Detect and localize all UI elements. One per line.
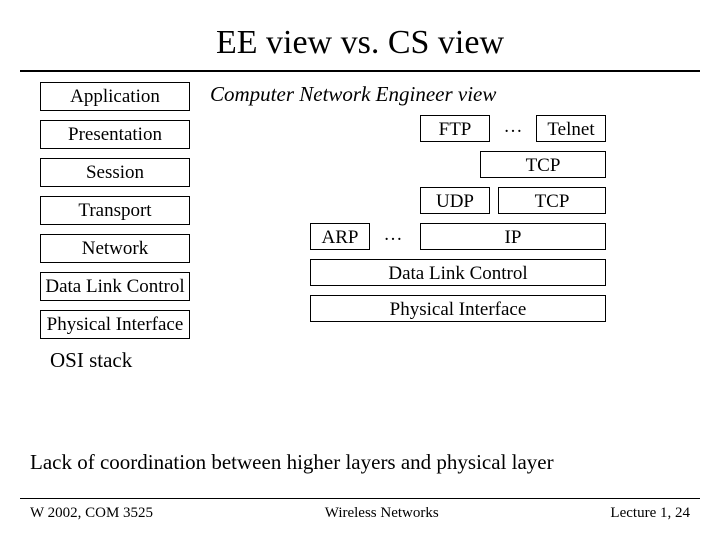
footer-left: W 2002, COM 3525 bbox=[30, 505, 153, 522]
footer-divider bbox=[20, 498, 700, 499]
content-area: Application Presentation Session Transpo… bbox=[20, 82, 700, 432]
footer-center: Wireless Networks bbox=[325, 505, 439, 522]
cne-title: Computer Network Engineer view bbox=[210, 82, 680, 107]
cne-row-tcp-wide: TCP bbox=[210, 151, 680, 178]
cne-network-dots: … bbox=[378, 223, 408, 250]
cne-row-dlc: Data Link Control bbox=[210, 259, 680, 286]
title-divider bbox=[20, 70, 700, 72]
slide-footer: W 2002, COM 3525 Wireless Networks Lectu… bbox=[0, 498, 720, 522]
osi-layer-dlc: Data Link Control bbox=[40, 272, 190, 301]
osi-stack-column: Application Presentation Session Transpo… bbox=[40, 82, 190, 373]
osi-stack-label: OSI stack bbox=[50, 348, 190, 373]
cne-box-dlc: Data Link Control bbox=[310, 259, 606, 286]
cne-box-telnet: Telnet bbox=[536, 115, 606, 142]
cne-box-arp: ARP bbox=[310, 223, 370, 250]
cne-box-udp: UDP bbox=[420, 187, 490, 214]
cne-row-phy: Physical Interface bbox=[210, 295, 680, 322]
cne-box-phy: Physical Interface bbox=[310, 295, 606, 322]
footer-right: Lecture 1, 24 bbox=[610, 505, 690, 522]
osi-layer-network: Network bbox=[40, 234, 190, 263]
cne-box-ftp: FTP bbox=[420, 115, 490, 142]
cne-box-tcp: TCP bbox=[498, 187, 606, 214]
cne-box-tcp-wide: TCP bbox=[480, 151, 606, 178]
cne-box-ip: IP bbox=[420, 223, 606, 250]
osi-layer-application: Application bbox=[40, 82, 190, 111]
osi-layer-session: Session bbox=[40, 158, 190, 187]
cne-row-network: ARP … IP bbox=[210, 223, 680, 250]
osi-layer-presentation: Presentation bbox=[40, 120, 190, 149]
cne-row-transport: UDP TCP bbox=[210, 187, 680, 214]
body-text: Lack of coordination between higher laye… bbox=[30, 450, 690, 475]
osi-layer-physical: Physical Interface bbox=[40, 310, 190, 339]
cne-apps-dots: … bbox=[498, 115, 528, 142]
slide-title: EE view vs. CS view bbox=[0, 0, 720, 70]
cne-column: Computer Network Engineer view FTP … Tel… bbox=[210, 82, 680, 331]
osi-layer-transport: Transport bbox=[40, 196, 190, 225]
cne-row-apps: FTP … Telnet bbox=[210, 115, 680, 142]
